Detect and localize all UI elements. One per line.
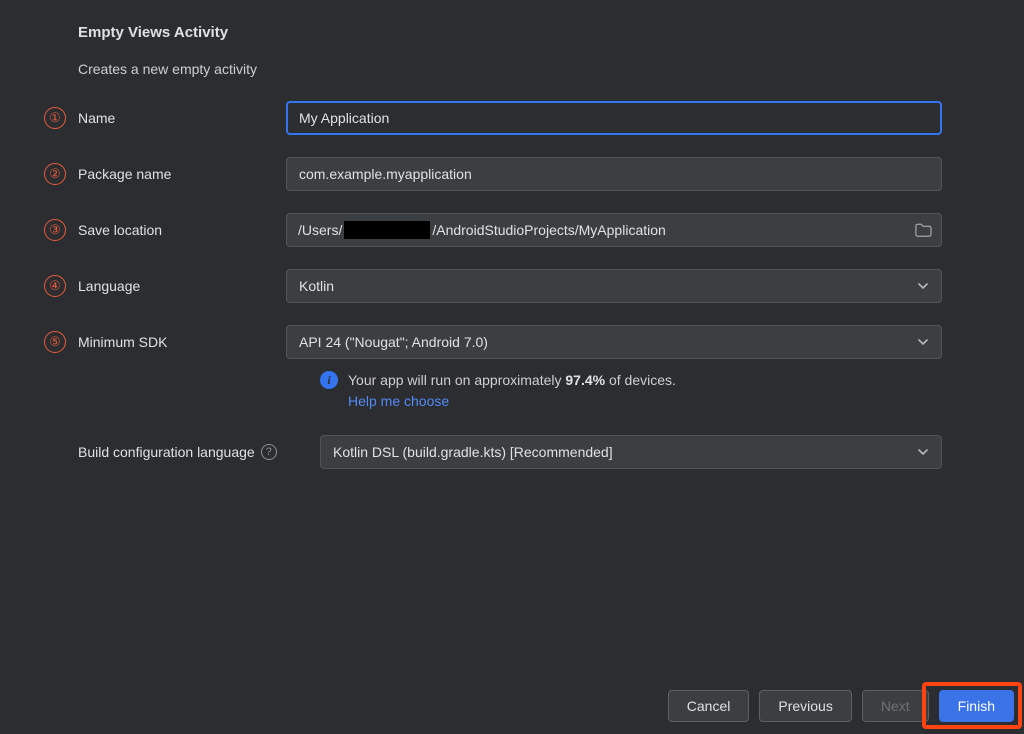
min-sdk-select[interactable]: API 24 ("Nougat"; Android 7.0) bbox=[286, 325, 942, 359]
annotation-2: ② bbox=[44, 163, 66, 185]
row-min-sdk: ⑤ Minimum SDK API 24 ("Nougat"; Android … bbox=[0, 325, 1024, 359]
label-build-config: Build configuration language ? bbox=[78, 444, 320, 460]
label-save-location: Save location bbox=[78, 222, 286, 238]
annotation-3: ③ bbox=[44, 219, 66, 241]
sdk-help-row: Help me choose bbox=[0, 393, 1024, 409]
label-min-sdk: Minimum SDK bbox=[78, 334, 286, 350]
chevron-down-icon bbox=[917, 336, 929, 348]
sdk-info: i Your app will run on approximately 97.… bbox=[0, 371, 1024, 389]
annotation-5: ⑤ bbox=[44, 331, 66, 353]
help-me-choose-link[interactable]: Help me choose bbox=[348, 393, 449, 409]
name-input[interactable] bbox=[286, 101, 942, 135]
build-config-value: Kotlin DSL (build.gradle.kts) [Recommend… bbox=[333, 444, 613, 460]
label-name: Name bbox=[78, 110, 286, 126]
language-select[interactable]: Kotlin bbox=[286, 269, 942, 303]
sdk-info-text: Your app will run on approximately 97.4%… bbox=[348, 372, 676, 388]
next-button: Next bbox=[862, 690, 929, 722]
row-save-location: ③ Save location /Users//AndroidStudioPro… bbox=[0, 213, 1024, 247]
help-icon[interactable]: ? bbox=[261, 444, 277, 460]
row-build-config: Build configuration language ? Kotlin DS… bbox=[0, 435, 1024, 469]
chevron-down-icon bbox=[917, 446, 929, 458]
package-input[interactable] bbox=[286, 157, 942, 191]
min-sdk-value: API 24 ("Nougat"; Android 7.0) bbox=[299, 334, 488, 350]
language-value: Kotlin bbox=[299, 278, 334, 294]
annotation-1: ① bbox=[44, 107, 66, 129]
new-project-panel: Empty Views Activity Creates a new empty… bbox=[0, 0, 1024, 734]
build-config-select[interactable]: Kotlin DSL (build.gradle.kts) [Recommend… bbox=[320, 435, 942, 469]
label-language: Language bbox=[78, 278, 286, 294]
save-location-input[interactable] bbox=[286, 213, 942, 247]
chevron-down-icon bbox=[917, 280, 929, 292]
row-name: ① Name bbox=[0, 101, 1024, 135]
page-subtitle: Creates a new empty activity bbox=[78, 61, 1024, 77]
finish-button[interactable]: Finish bbox=[939, 690, 1014, 722]
annotation-4: ④ bbox=[44, 275, 66, 297]
page-title: Empty Views Activity bbox=[78, 24, 1024, 41]
label-package: Package name bbox=[78, 166, 286, 182]
row-language: ④ Language Kotlin bbox=[0, 269, 1024, 303]
info-icon: i bbox=[320, 371, 338, 389]
footer-bar: Cancel Previous Next Finish bbox=[0, 678, 1024, 734]
previous-button[interactable]: Previous bbox=[759, 690, 851, 722]
row-package: ② Package name bbox=[0, 157, 1024, 191]
cancel-button[interactable]: Cancel bbox=[668, 690, 750, 722]
